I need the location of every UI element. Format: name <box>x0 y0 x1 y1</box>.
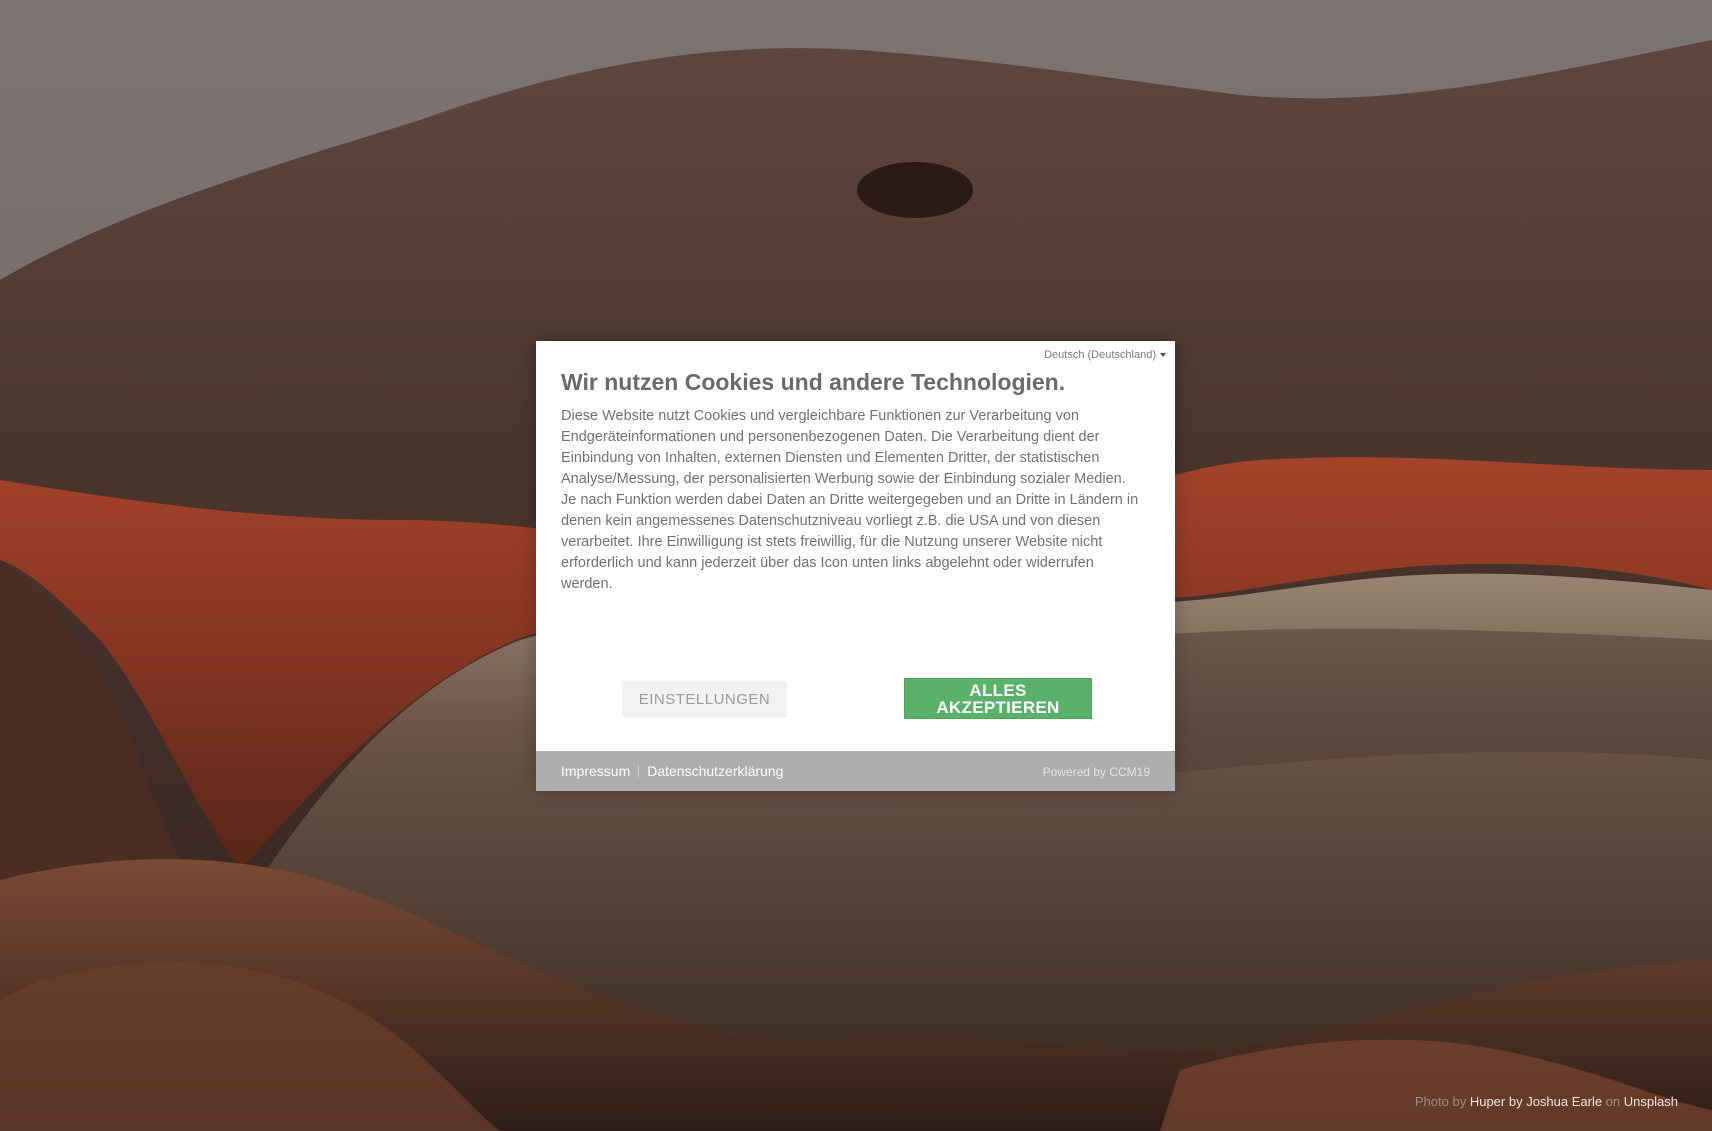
imprint-link[interactable]: Impressum <box>561 763 630 779</box>
powered-by-link[interactable]: Powered by CCM19 <box>1043 765 1150 779</box>
language-label: Deutsch (Deutschland) <box>1044 349 1156 361</box>
dialog-body-text: Diese Website nutzt Cookies und vergleic… <box>561 408 1139 592</box>
photo-credit: Photo by Huper by Joshua Earle on Unspla… <box>1415 1094 1678 1109</box>
credit-site-link[interactable]: Unsplash <box>1624 1094 1678 1109</box>
credit-prefix: Photo by <box>1414 1094 1467 1109</box>
dialog-title: Wir nutzen Cookies und andere Technologi… <box>561 369 1066 395</box>
accept-all-button[interactable]: ALLES AKZEPTIEREN <box>904 678 1092 719</box>
footer-divider <box>638 765 640 777</box>
credit-author-link[interactable]: Huper by Joshua Earle <box>1470 1094 1602 1109</box>
credit-on: on <box>1605 1094 1621 1109</box>
dialog-footer: Impressum Datenschutzerklärung Powered b… <box>536 751 1175 791</box>
cookie-consent-dialog: Deutsch (Deutschland) Wir nutzen Cookies… <box>536 341 1175 791</box>
privacy-link[interactable]: Datenschutzerklärung <box>647 763 783 779</box>
settings-button[interactable]: EINSTELLUNGEN <box>622 681 787 717</box>
footer-links: Impressum Datenschutzerklärung <box>561 763 783 779</box>
language-selector[interactable]: Deutsch (Deutschland) <box>1044 349 1166 361</box>
caret-down-icon <box>1160 353 1166 357</box>
